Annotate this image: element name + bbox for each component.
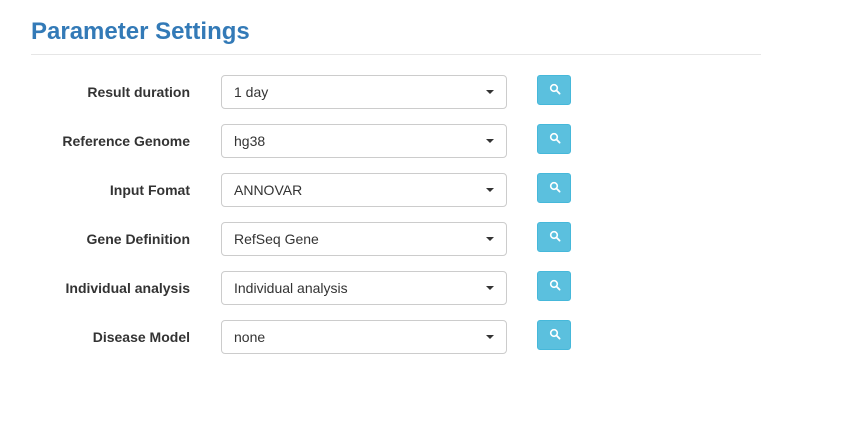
- search-icon: [549, 279, 561, 291]
- gene-definition-value: RefSeq Gene: [234, 231, 319, 247]
- reference-genome-value: hg38: [234, 133, 266, 149]
- reference-genome-search-button[interactable]: [537, 124, 571, 154]
- caret-down-icon: [486, 335, 494, 339]
- form-row-input-format: Input Fomat ANNOVAR: [0, 173, 853, 207]
- individual-analysis-label: Individual analysis: [65, 280, 191, 296]
- input-format-select[interactable]: ANNOVAR: [221, 173, 507, 207]
- disease-model-search-button[interactable]: [537, 320, 571, 350]
- search-icon: [549, 83, 561, 95]
- search-icon: [549, 132, 561, 144]
- search-icon: [549, 328, 561, 340]
- gene-definition-search-button[interactable]: [537, 222, 571, 252]
- page-title: Parameter Settings: [31, 18, 250, 45]
- caret-down-icon: [486, 188, 494, 192]
- result-duration-label: Result duration: [87, 84, 190, 100]
- individual-analysis-value: Individual analysis: [234, 280, 348, 296]
- input-format-value: ANNOVAR: [234, 182, 303, 198]
- form-row-reference-genome: Reference Genome hg38: [0, 124, 853, 158]
- gene-definition-select[interactable]: RefSeq Gene: [221, 222, 507, 256]
- form-row-result-duration: Result duration 1 day: [0, 75, 853, 109]
- caret-down-icon: [486, 90, 494, 94]
- gene-definition-label: Gene Definition: [86, 231, 190, 247]
- disease-model-label: Disease Model: [92, 329, 190, 345]
- form-row-gene-definition: Gene Definition RefSeq Gene: [0, 222, 853, 256]
- caret-down-icon: [486, 139, 494, 143]
- disease-model-select[interactable]: none: [221, 320, 507, 354]
- input-format-search-button[interactable]: [537, 173, 571, 203]
- result-duration-value: 1 day: [234, 84, 269, 100]
- search-icon: [549, 230, 561, 242]
- disease-model-value: none: [234, 329, 266, 345]
- form-row-disease-model: Disease Model none: [0, 320, 853, 354]
- reference-genome-label: Reference Genome: [62, 133, 190, 149]
- individual-analysis-search-button[interactable]: [537, 271, 571, 301]
- search-icon: [549, 181, 561, 193]
- caret-down-icon: [486, 237, 494, 241]
- individual-analysis-select[interactable]: Individual analysis: [221, 271, 507, 305]
- form-row-individual-analysis: Individual analysis Individual analysis: [0, 271, 853, 305]
- result-duration-search-button[interactable]: [537, 75, 571, 105]
- input-format-label: Input Fomat: [109, 182, 190, 198]
- reference-genome-select[interactable]: hg38: [221, 124, 507, 158]
- result-duration-select[interactable]: 1 day: [221, 75, 507, 109]
- title-divider: [31, 54, 761, 55]
- caret-down-icon: [486, 286, 494, 290]
